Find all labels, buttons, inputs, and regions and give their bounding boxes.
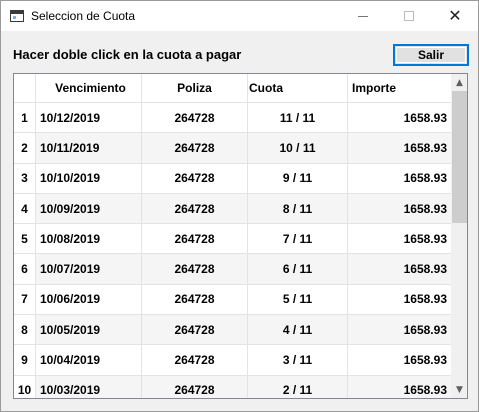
row-number[interactable]: 10 bbox=[14, 375, 36, 398]
row-number[interactable]: 4 bbox=[14, 193, 36, 224]
vencimiento-cell[interactable]: 10/11/2019 bbox=[36, 133, 142, 163]
vencimiento-cell[interactable]: 10/12/2019 bbox=[36, 103, 142, 133]
cuota-cell[interactable]: 11 / 11 bbox=[248, 103, 348, 133]
importe-cell[interactable]: 1658.93 bbox=[348, 193, 451, 224]
importe-cell[interactable]: 1658.93 bbox=[348, 375, 451, 398]
instruction-label: Hacer doble click en la cuota a pagar bbox=[13, 47, 242, 62]
cuota-cell[interactable]: 10 / 11 bbox=[248, 133, 348, 163]
close-button[interactable]: ✕ bbox=[432, 1, 478, 31]
row-number[interactable]: 9 bbox=[14, 345, 36, 375]
header-vencimiento[interactable]: Vencimiento bbox=[36, 74, 142, 102]
poliza-cell[interactable]: 264728 bbox=[142, 224, 248, 254]
cuota-cell[interactable]: 3 / 11 bbox=[248, 345, 348, 375]
poliza-cell[interactable]: 264728 bbox=[142, 375, 248, 398]
grid-rows: 1 10/12/2019 264728 11 / 11 1658.93 2 10… bbox=[14, 102, 451, 398]
importe-cell[interactable]: 1658.93 bbox=[348, 285, 451, 314]
vencimiento-cell[interactable]: 10/03/2019 bbox=[36, 375, 142, 398]
cuota-cell[interactable]: 8 / 11 bbox=[248, 193, 348, 224]
header-row-number[interactable] bbox=[14, 74, 36, 102]
header-importe[interactable]: Importe bbox=[348, 74, 451, 102]
vencimiento-cell[interactable]: 10/07/2019 bbox=[36, 254, 142, 284]
minimize-icon bbox=[358, 15, 368, 17]
vencimiento-cell[interactable]: 10/06/2019 bbox=[36, 284, 142, 315]
vencimiento-cell[interactable]: 10/04/2019 bbox=[36, 345, 142, 375]
vencimiento-cell[interactable]: 10/09/2019 bbox=[36, 193, 142, 224]
table-row[interactable]: 6 10/07/2019 264728 6 / 11 1658.93 bbox=[14, 253, 451, 284]
poliza-cell[interactable]: 264728 bbox=[142, 315, 248, 345]
cuota-cell[interactable]: 4 / 11 bbox=[248, 315, 348, 345]
vencimiento-cell[interactable]: 10/10/2019 bbox=[36, 163, 142, 193]
poliza-cell[interactable]: 264728 bbox=[142, 284, 248, 315]
poliza-cell[interactable]: 264728 bbox=[142, 103, 248, 133]
row-number[interactable]: 7 bbox=[14, 284, 36, 315]
maximize-button[interactable] bbox=[386, 1, 432, 31]
minimize-button[interactable] bbox=[340, 1, 386, 31]
vencimiento-cell[interactable]: 10/05/2019 bbox=[36, 315, 142, 345]
table-row[interactable]: 10 10/03/2019 264728 2 / 11 1658.93 bbox=[14, 374, 451, 398]
row-number[interactable]: 5 bbox=[14, 224, 36, 254]
vencimiento-cell[interactable]: 10/08/2019 bbox=[36, 224, 142, 254]
row-number[interactable]: 1 bbox=[14, 103, 36, 133]
importe-cell[interactable]: 1658.93 bbox=[348, 103, 451, 132]
table-row[interactable]: 9 10/04/2019 264728 3 / 11 1658.93 bbox=[14, 344, 451, 375]
table-row[interactable]: 1 10/12/2019 264728 11 / 11 1658.93 bbox=[14, 102, 451, 133]
importe-cell[interactable]: 1658.93 bbox=[348, 164, 451, 193]
table-row[interactable]: 2 10/11/2019 264728 10 / 11 1658.93 bbox=[14, 132, 451, 163]
app-window-icon bbox=[10, 10, 24, 22]
vertical-scrollbar[interactable]: ▲ ▼ bbox=[451, 74, 467, 398]
importe-cell[interactable]: 1658.93 bbox=[348, 345, 451, 374]
grid-header: Vencimiento Poliza Cuota Importe bbox=[14, 74, 451, 102]
table-row[interactable]: 4 10/09/2019 264728 8 / 11 1658.93 bbox=[14, 192, 451, 224]
importe-cell[interactable]: 1658.93 bbox=[348, 133, 451, 163]
scroll-down-arrow-icon[interactable]: ▼ bbox=[451, 381, 467, 398]
poliza-cell[interactable]: 264728 bbox=[142, 254, 248, 284]
table-row[interactable]: 8 10/05/2019 264728 4 / 11 1658.93 bbox=[14, 314, 451, 345]
window-title: Seleccion de Cuota bbox=[31, 9, 136, 23]
maximize-icon bbox=[404, 11, 414, 21]
cuota-cell[interactable]: 7 / 11 bbox=[248, 224, 348, 254]
cuota-cell[interactable]: 2 / 11 bbox=[248, 375, 348, 398]
cuota-cell[interactable]: 6 / 11 bbox=[248, 254, 348, 284]
table-row[interactable]: 3 10/10/2019 264728 9 / 11 1658.93 bbox=[14, 162, 451, 193]
poliza-cell[interactable]: 264728 bbox=[142, 133, 248, 163]
importe-cell[interactable]: 1658.93 bbox=[348, 224, 451, 253]
importe-cell[interactable]: 1658.93 bbox=[348, 315, 451, 345]
table-row[interactable]: 7 10/06/2019 264728 5 / 11 1658.93 bbox=[14, 283, 451, 315]
salir-button[interactable]: Salir bbox=[393, 44, 469, 66]
title-bar[interactable]: Seleccion de Cuota ✕ bbox=[1, 1, 478, 31]
scroll-thumb[interactable] bbox=[452, 91, 467, 223]
cuotas-grid[interactable]: Vencimiento Poliza Cuota Importe 1 10/12… bbox=[13, 73, 468, 399]
close-icon: ✕ bbox=[448, 6, 462, 25]
window: Seleccion de Cuota ✕ Hacer doble click e… bbox=[0, 0, 479, 412]
row-number[interactable]: 3 bbox=[14, 163, 36, 193]
poliza-cell[interactable]: 264728 bbox=[142, 193, 248, 224]
header-cuota[interactable]: Cuota bbox=[248, 74, 348, 102]
row-number[interactable]: 2 bbox=[14, 133, 36, 163]
poliza-cell[interactable]: 264728 bbox=[142, 163, 248, 193]
table-row[interactable]: 5 10/08/2019 264728 7 / 11 1658.93 bbox=[14, 223, 451, 254]
scroll-up-arrow-icon[interactable]: ▲ bbox=[451, 74, 467, 91]
header-poliza[interactable]: Poliza bbox=[142, 74, 248, 102]
importe-cell[interactable]: 1658.93 bbox=[348, 254, 451, 284]
poliza-cell[interactable]: 264728 bbox=[142, 345, 248, 375]
cuota-cell[interactable]: 5 / 11 bbox=[248, 284, 348, 315]
row-number[interactable]: 6 bbox=[14, 254, 36, 284]
cuota-cell[interactable]: 9 / 11 bbox=[248, 163, 348, 193]
row-number[interactable]: 8 bbox=[14, 315, 36, 345]
